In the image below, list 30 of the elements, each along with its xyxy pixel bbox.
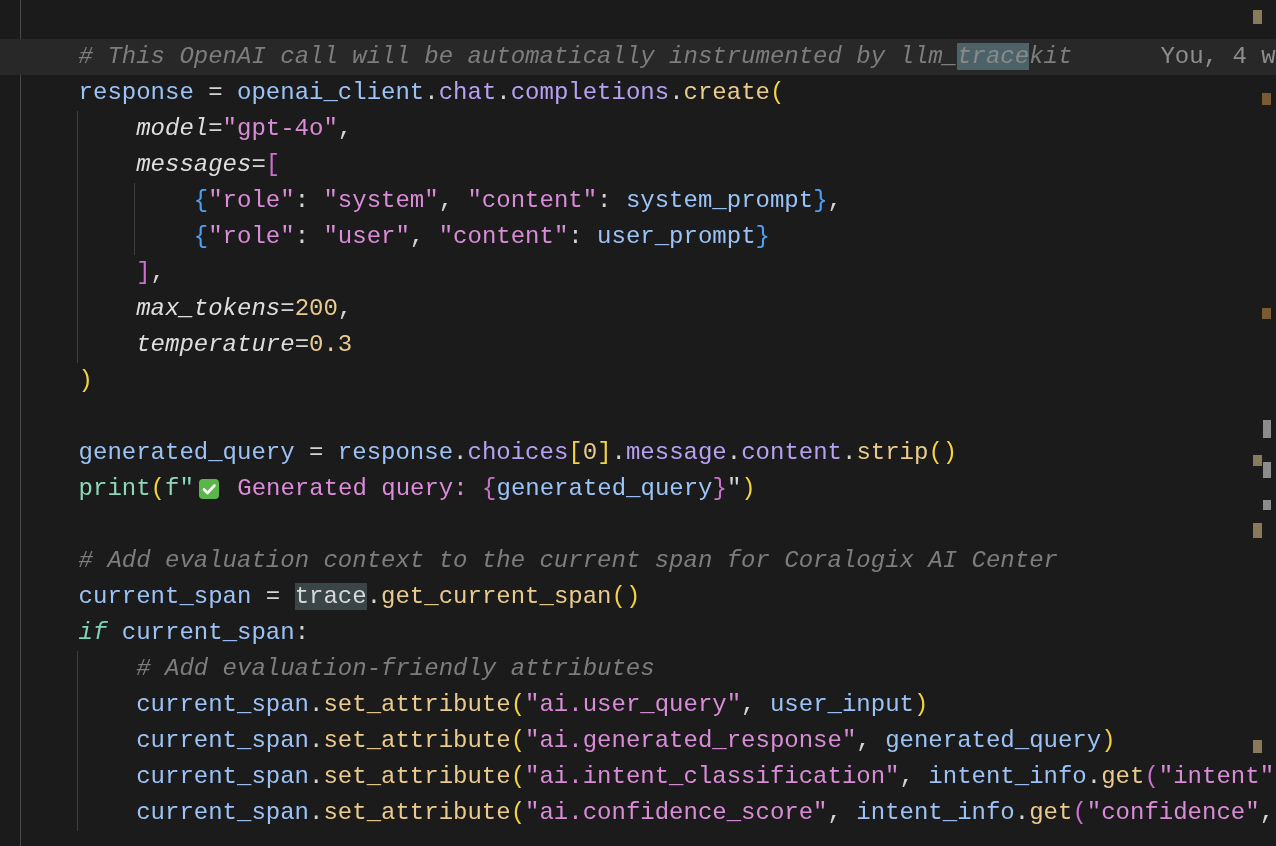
code-text: # This OpenAI call will be automatically instrumented by llm_tracekit [78, 42, 1073, 72]
code-text: # Add evaluation-friendly attributes [136, 654, 655, 684]
overview-ruler-mark [1262, 308, 1271, 319]
code-text: current_span.set_attribute("ai.user_query", user_input) [136, 690, 929, 720]
code-text: ) [78, 366, 93, 396]
overview-ruler-mark [1262, 93, 1271, 105]
code-text: ], [136, 258, 165, 288]
code-text: temperature=0.3 [136, 330, 353, 360]
check-mark-icon [197, 478, 220, 500]
overview-ruler-mark [1253, 740, 1262, 753]
code-text: Generated query: {generated_query}") [236, 474, 756, 504]
code-text: current_span.set_attribute("ai.confidence_score", intent_info.get("confidence", [136, 798, 1275, 828]
code-text: response = openai_client.chat.completions.create( [78, 78, 785, 108]
code-text: current_span.set_attribute("ai.generated_response", generated_query) [136, 726, 1116, 756]
code-text: model="gpt-4o", [136, 114, 353, 144]
code-text: {"role": "system", "content": system_prompt}, [193, 186, 842, 216]
code-text: print(f" [78, 474, 194, 504]
overview-ruler-mark [1253, 523, 1262, 538]
code-text: max_tokens=200, [136, 294, 353, 324]
code-text: # Add evaluation context to the current span for Coralogix AI Center [78, 546, 1058, 576]
code-text: current_span.set_attribute("ai.intent_classification", intent_info.get("intent" [136, 762, 1275, 792]
git-blame-annotation: You, 4 w [1160, 42, 1276, 72]
code-text: current_span = trace.get_current_span() [78, 582, 641, 612]
code-text: if current_span: [78, 618, 310, 648]
overview-ruler-mark [1253, 10, 1262, 24]
code-text: messages=[ [136, 150, 281, 180]
overview-ruler-mark [1263, 500, 1271, 510]
code-text: {"role": "user", "content": user_prompt} [193, 222, 770, 252]
overview-ruler-mark [1263, 420, 1271, 438]
code-text: generated_query = response.choices[0].message.content.strip() [78, 438, 958, 468]
